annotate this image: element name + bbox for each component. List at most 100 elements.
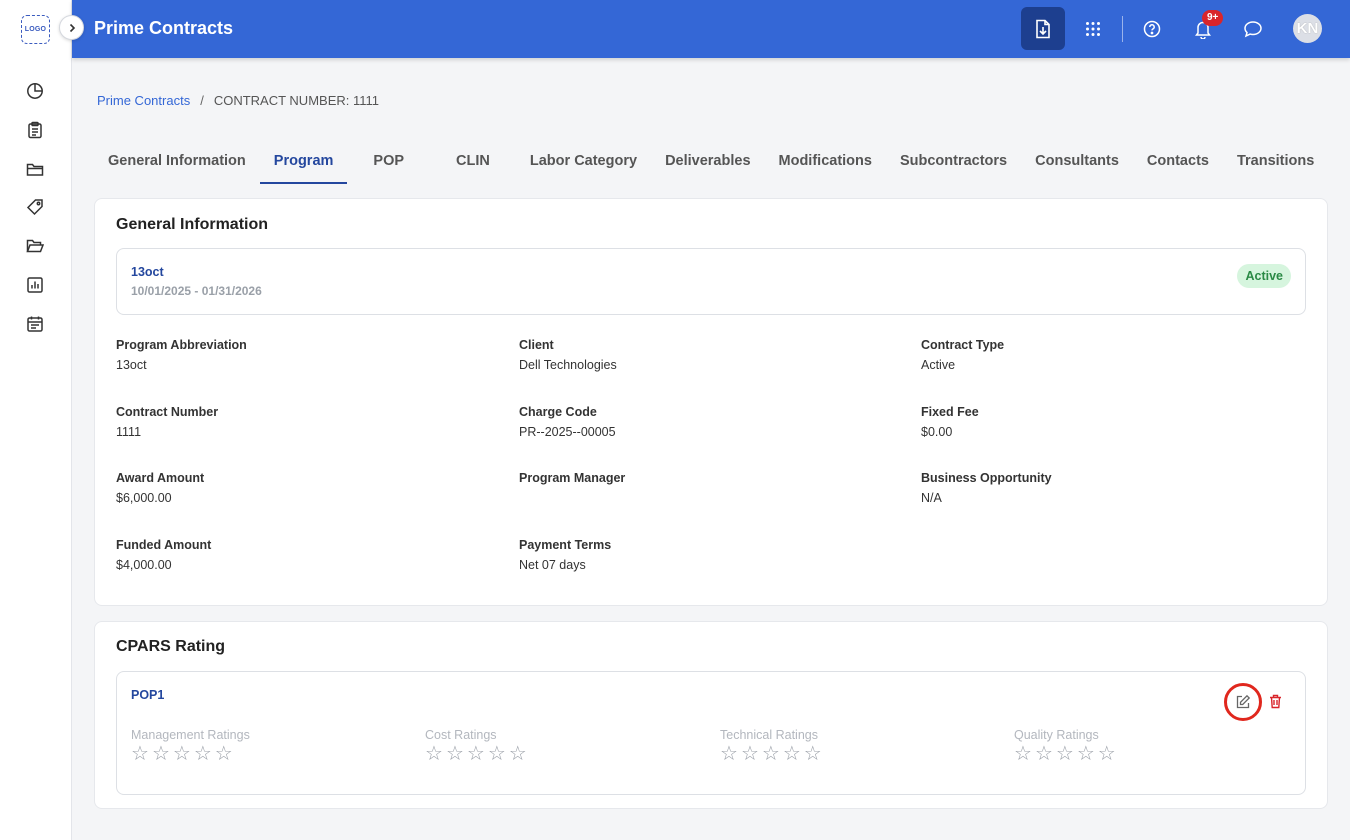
star-icon[interactable]: ☆ bbox=[1014, 744, 1032, 764]
star-icon[interactable]: ☆ bbox=[131, 744, 149, 764]
star-icon[interactable]: ☆ bbox=[720, 744, 738, 764]
breadcrumb-link-prime-contracts[interactable]: Prime Contracts bbox=[97, 93, 190, 108]
field-label: Program Manager bbox=[519, 471, 626, 485]
trash-icon bbox=[1269, 694, 1281, 708]
general-information-card: General Information 13oct 10/01/2025 - 0… bbox=[94, 198, 1328, 606]
clipboard-icon[interactable] bbox=[25, 120, 45, 140]
tab-general-information[interactable]: General Information bbox=[94, 148, 260, 184]
cpars-rating-card: CPARS Rating POP1 Management Ratings ☆ ☆ ☆… bbox=[94, 621, 1328, 809]
star-rating[interactable]: ☆ ☆ ☆ ☆ ☆ bbox=[720, 744, 822, 764]
program-name[interactable]: 13oct bbox=[131, 265, 164, 279]
rating-label: Cost Ratings bbox=[425, 728, 497, 742]
star-icon[interactable]: ☆ bbox=[741, 744, 759, 764]
section-title-general-information: General Information bbox=[116, 216, 269, 233]
star-icon[interactable]: ☆ bbox=[1077, 744, 1095, 764]
user-avatar[interactable]: KN bbox=[1293, 14, 1322, 43]
star-rating[interactable]: ☆ ☆ ☆ ☆ ☆ bbox=[131, 744, 250, 764]
tab-program[interactable]: Program bbox=[259, 148, 348, 184]
field-label: Charge Code bbox=[519, 405, 597, 419]
field-program-abbreviation: Program Abbreviation 13oct bbox=[116, 338, 247, 372]
tag-icon[interactable] bbox=[25, 197, 45, 217]
tab-subcontractors[interactable]: Subcontractors bbox=[886, 148, 1021, 184]
tab-contacts[interactable]: Contacts bbox=[1133, 148, 1223, 184]
star-icon[interactable]: ☆ bbox=[467, 744, 485, 764]
field-program-manager: Program Manager bbox=[519, 471, 625, 491]
pop-name[interactable]: POP1 bbox=[131, 688, 164, 702]
field-payment-terms: Payment Terms Net 07 days bbox=[519, 538, 611, 572]
star-icon[interactable]: ☆ bbox=[425, 744, 443, 764]
rating-label: Management Ratings bbox=[131, 728, 250, 742]
field-label: Payment Terms bbox=[519, 538, 612, 552]
field-value: Active bbox=[921, 358, 956, 372]
rating-label: Technical Ratings bbox=[720, 728, 818, 742]
tab-labor-category[interactable]: Labor Category bbox=[516, 148, 651, 184]
star-icon[interactable]: ☆ bbox=[762, 744, 780, 764]
rating-label: Quality Ratings bbox=[1014, 728, 1099, 742]
field-label: Award Amount bbox=[116, 471, 205, 485]
field-value: 1111 bbox=[116, 425, 142, 439]
chat-button[interactable] bbox=[1231, 7, 1275, 50]
star-icon[interactable]: ☆ bbox=[488, 744, 506, 764]
tab-pop[interactable]: POP bbox=[347, 148, 430, 184]
star-icon[interactable]: ☆ bbox=[1056, 744, 1074, 764]
field-label: Contract Number bbox=[116, 405, 219, 419]
star-icon[interactable]: ☆ bbox=[152, 744, 170, 764]
folder-icon[interactable] bbox=[25, 159, 45, 179]
cpars-rating-box: POP1 Management Ratings ☆ ☆ ☆ ☆ ☆ Cost Ratin… bbox=[116, 671, 1306, 795]
field-value: Net 07 days bbox=[519, 558, 586, 572]
app-title: Prime Contracts bbox=[94, 18, 234, 38]
notification-badge: 9+ bbox=[1202, 10, 1224, 26]
pie-chart-icon[interactable] bbox=[25, 81, 45, 101]
sidebar-toggle-button[interactable] bbox=[59, 15, 84, 40]
tab-modifications[interactable]: Modifications bbox=[765, 148, 886, 184]
field-contract-number: Contract Number 1111 bbox=[116, 405, 218, 439]
star-icon[interactable]: ☆ bbox=[446, 744, 464, 764]
field-label: Funded Amount bbox=[116, 538, 212, 552]
section-title-cpars-rating: CPARS Rating bbox=[116, 638, 226, 655]
download-document-button[interactable] bbox=[1021, 7, 1065, 50]
help-button[interactable] bbox=[1130, 7, 1174, 50]
field-value: $4,000.00 bbox=[116, 558, 172, 572]
tab-transitions[interactable]: Transitions bbox=[1223, 148, 1328, 184]
star-icon[interactable]: ☆ bbox=[215, 744, 233, 764]
rating-management: Management Ratings ☆ ☆ ☆ ☆ ☆ bbox=[131, 728, 250, 764]
tab-clin[interactable]: CLIN bbox=[430, 148, 516, 184]
logo[interactable]: LOGO bbox=[21, 15, 50, 44]
field-contract-type: Contract Type Active bbox=[921, 338, 1004, 372]
edit-icon bbox=[1236, 694, 1251, 709]
edit-button[interactable] bbox=[1224, 683, 1262, 721]
field-value: Dell Technologies bbox=[519, 358, 617, 372]
breadcrumb-separator: / bbox=[200, 93, 204, 108]
field-funded-amount: Funded Amount $4,000.00 bbox=[116, 538, 211, 572]
status-badge: Active bbox=[1237, 264, 1291, 288]
field-business-opportunity: Business Opportunity N/A bbox=[921, 471, 1052, 505]
apps-grid-button[interactable] bbox=[1071, 7, 1115, 50]
avatar-initials: KN bbox=[1296, 20, 1319, 37]
star-rating[interactable]: ☆ ☆ ☆ ☆ ☆ bbox=[1014, 744, 1116, 764]
header-divider bbox=[1122, 16, 1123, 42]
rating-technical: Technical Ratings ☆ ☆ ☆ ☆ ☆ bbox=[720, 728, 822, 764]
tab-deliverables[interactable]: Deliverables bbox=[651, 148, 764, 184]
bar-chart-icon[interactable] bbox=[25, 275, 45, 295]
star-icon[interactable]: ☆ bbox=[509, 744, 527, 764]
star-rating[interactable]: ☆ ☆ ☆ ☆ ☆ bbox=[425, 744, 527, 764]
star-icon[interactable]: ☆ bbox=[1035, 744, 1053, 764]
star-icon[interactable]: ☆ bbox=[194, 744, 212, 764]
star-icon[interactable]: ☆ bbox=[783, 744, 801, 764]
tab-bar: General Information Program POP CLIN Lab… bbox=[94, 148, 1328, 184]
field-value: 13oct bbox=[116, 358, 147, 372]
program-summary-box: 13oct 10/01/2025 - 01/31/2026 Active bbox=[116, 248, 1306, 315]
tab-consultants[interactable]: Consultants bbox=[1021, 148, 1133, 184]
calendar-icon[interactable] bbox=[25, 314, 45, 334]
folder-open-icon[interactable] bbox=[25, 236, 45, 256]
top-header: Prime Contracts 9+ KN bbox=[72, 0, 1350, 58]
delete-button[interactable] bbox=[1267, 692, 1283, 710]
field-label: Business Opportunity bbox=[921, 471, 1052, 485]
field-value: N/A bbox=[921, 491, 942, 505]
star-icon[interactable]: ☆ bbox=[173, 744, 191, 764]
field-value: PR--2025--00005 bbox=[519, 425, 616, 439]
download-document-icon bbox=[1036, 19, 1050, 38]
star-icon[interactable]: ☆ bbox=[1098, 744, 1116, 764]
star-icon[interactable]: ☆ bbox=[804, 744, 822, 764]
field-client: Client Dell Technologies bbox=[519, 338, 617, 372]
